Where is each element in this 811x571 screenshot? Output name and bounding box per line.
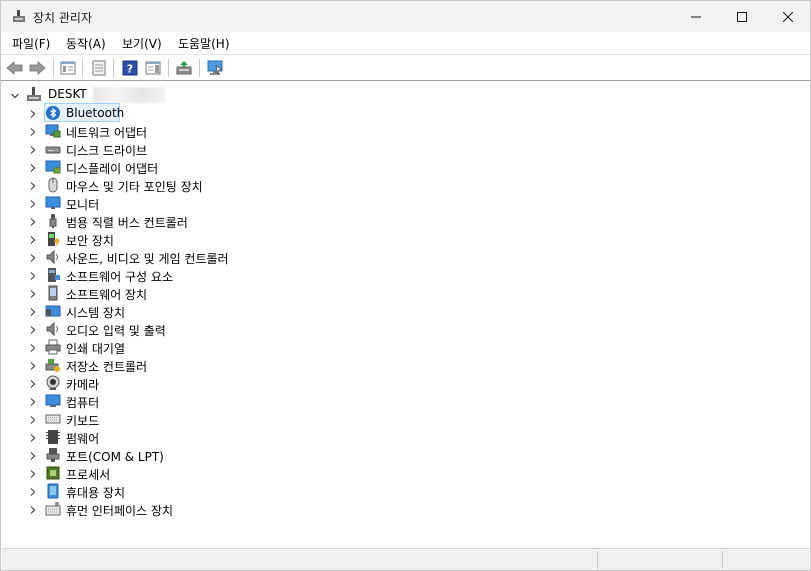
tree-item-label[interactable]: 프로세서	[66, 466, 110, 483]
expand-chevron-icon[interactable]	[28, 252, 38, 262]
expand-chevron-icon[interactable]	[28, 450, 38, 460]
show-hide-console-tree-icon[interactable]	[59, 59, 77, 77]
expand-chevron-icon[interactable]	[28, 360, 38, 370]
tree-item-label[interactable]: 소프트웨어 장치	[66, 286, 147, 303]
tree-item-label[interactable]: 디스플레이 어댑터	[66, 160, 158, 177]
back-arrow-icon[interactable]	[6, 59, 24, 77]
menu-bar: 파일(F) 동작(A) 보기(V) 도움말(H)	[1, 32, 810, 54]
tree-item-label[interactable]: 카메라	[66, 376, 99, 393]
tree-item-label[interactable]: Bluetooth	[66, 106, 124, 120]
print-queue-icon	[45, 339, 61, 355]
tree-item-label[interactable]: 펌웨어	[66, 430, 99, 447]
tree-item-label[interactable]: 사운드, 비디오 및 게임 컨트롤러	[66, 250, 229, 267]
menu-help[interactable]: 도움말(H)	[178, 35, 230, 52]
device-manager-window: 장치 관리자 파일(F) 동작(A) 보기(V) 도움말(H) ? DESKT …	[0, 0, 811, 571]
expand-chevron-icon[interactable]	[28, 486, 38, 496]
help-icon[interactable]: ?	[121, 59, 139, 77]
expand-chevron-icon[interactable]	[28, 306, 38, 316]
expand-chevron-icon[interactable]	[28, 180, 38, 190]
portable-device-icon	[45, 483, 61, 499]
software-device-icon	[45, 285, 61, 301]
software-component-icon	[45, 267, 61, 283]
keyboard-icon	[45, 411, 61, 427]
menu-file[interactable]: 파일(F)	[12, 35, 50, 52]
tree-item-label[interactable]: 시스템 장치	[66, 304, 125, 321]
root-expand-chevron-icon[interactable]	[10, 90, 20, 100]
expand-chevron-icon[interactable]	[28, 504, 38, 514]
tree-item-label[interactable]: 포트(COM & LPT)	[66, 448, 164, 465]
expand-chevron-icon[interactable]	[28, 378, 38, 388]
audio-io-icon	[45, 321, 61, 337]
menu-view[interactable]: 보기(V)	[122, 35, 162, 52]
monitor-icon	[45, 195, 61, 211]
hid-icon	[45, 501, 61, 517]
tree-item-label[interactable]: 오디오 입력 및 출력	[66, 322, 166, 339]
status-bar	[2, 548, 809, 570]
computer-tree-icon	[26, 86, 42, 102]
update-driver-icon[interactable]	[175, 59, 193, 77]
security-device-icon	[45, 231, 61, 247]
sound-icon	[45, 249, 61, 265]
properties-icon[interactable]	[90, 59, 108, 77]
expand-chevron-icon[interactable]	[28, 288, 38, 298]
expand-chevron-icon[interactable]	[28, 108, 38, 118]
expand-chevron-icon[interactable]	[28, 468, 38, 478]
tree-item-label[interactable]: 휴대용 장치	[66, 484, 125, 501]
expand-chevron-icon[interactable]	[28, 198, 38, 208]
toolbar: ?	[1, 54, 810, 81]
storage-controller-icon	[45, 357, 61, 373]
display-adapter-icon	[45, 159, 61, 175]
tree-item-label[interactable]: 인쇄 대기열	[66, 340, 125, 357]
title-bar[interactable]: 장치 관리자	[1, 1, 810, 32]
expand-chevron-icon[interactable]	[28, 414, 38, 424]
firmware-icon	[45, 429, 61, 445]
port-icon	[45, 447, 61, 463]
maximize-button[interactable]	[719, 1, 765, 32]
minimize-button[interactable]	[673, 1, 719, 32]
close-button[interactable]	[765, 1, 811, 32]
bluetooth-icon	[45, 105, 61, 121]
expand-chevron-icon[interactable]	[28, 162, 38, 172]
window-title: 장치 관리자	[33, 11, 93, 25]
svg-text:?: ?	[127, 63, 133, 76]
processor-icon	[45, 465, 61, 481]
menu-action[interactable]: 동작(A)	[66, 35, 106, 52]
network-adapter-icon	[45, 123, 61, 139]
tree-item-label[interactable]: 컴퓨터	[66, 394, 99, 411]
expand-chevron-icon[interactable]	[28, 342, 38, 352]
system-device-icon	[45, 303, 61, 319]
tree-item-label[interactable]: 보안 장치	[66, 232, 114, 249]
tree-item-label[interactable]: 모니터	[66, 196, 99, 213]
show-action-pane-icon[interactable]	[144, 59, 162, 77]
disk-drive-icon	[45, 141, 61, 157]
tree-item-label[interactable]: 저장소 컨트롤러	[66, 358, 147, 375]
expand-chevron-icon[interactable]	[28, 144, 38, 154]
tree-item-label[interactable]: 소프트웨어 구성 요소	[66, 268, 173, 285]
expand-chevron-icon[interactable]	[28, 270, 38, 280]
usb-controller-icon	[45, 213, 61, 229]
tree-item-label[interactable]: 범용 직렬 버스 컨트롤러	[66, 214, 188, 231]
expand-chevron-icon[interactable]	[28, 126, 38, 136]
root-computer-label[interactable]: DESKT	[48, 87, 87, 101]
device-manager-icon	[12, 9, 26, 23]
forward-arrow-icon[interactable]	[28, 59, 46, 77]
tree-item-label[interactable]: 네트워크 어댑터	[66, 124, 147, 141]
tree-item-label[interactable]: 키보드	[66, 412, 99, 429]
tree-item-label[interactable]: 마우스 및 기타 포인팅 장치	[66, 178, 203, 195]
expand-chevron-icon[interactable]	[28, 216, 38, 226]
tree-item-label[interactable]: 휴먼 인터페이스 장치	[66, 502, 173, 519]
expand-chevron-icon[interactable]	[28, 432, 38, 442]
computer-icon	[45, 393, 61, 409]
scan-hardware-changes-icon[interactable]	[206, 59, 224, 77]
redacted-computer-name	[93, 87, 165, 103]
expand-chevron-icon[interactable]	[28, 324, 38, 334]
expand-chevron-icon[interactable]	[28, 234, 38, 244]
camera-icon	[45, 375, 61, 391]
mouse-icon	[45, 177, 61, 193]
expand-chevron-icon[interactable]	[28, 396, 38, 406]
tree-item-label[interactable]: 디스크 드라이브	[66, 142, 147, 159]
